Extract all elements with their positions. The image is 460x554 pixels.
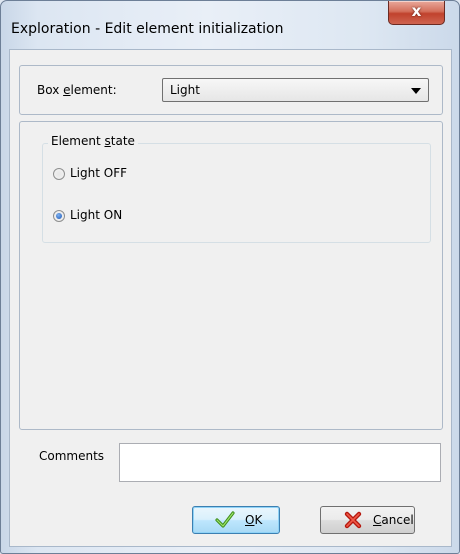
cancel-button[interactable]: Cancel	[320, 506, 415, 534]
light-off-label[interactable]: Light OFF	[70, 166, 127, 180]
close-button[interactable]: x	[388, 1, 445, 25]
checkmark-icon	[215, 511, 235, 528]
element-state-legend: Element state	[48, 134, 138, 148]
chevron-down-icon[interactable]	[411, 88, 421, 94]
close-icon: x	[411, 2, 422, 20]
light-on-radio[interactable]	[53, 210, 65, 222]
title-bar[interactable]: Exploration - Edit element initializatio…	[1, 1, 459, 49]
ok-button-label: OK	[245, 513, 263, 527]
cancel-button-label: Cancel	[373, 513, 414, 527]
dialog-window: Exploration - Edit element initializatio…	[0, 0, 460, 554]
box-element-label: Box element:	[37, 83, 117, 97]
ok-button[interactable]: OK	[192, 506, 280, 534]
box-element-value: Light	[170, 83, 200, 97]
box-element-select[interactable]: Light	[162, 78, 429, 102]
x-icon	[344, 511, 362, 529]
light-off-radio[interactable]	[53, 168, 65, 180]
window-title: Exploration - Edit element initializatio…	[11, 21, 284, 37]
comments-input[interactable]	[119, 443, 441, 482]
light-on-label[interactable]: Light ON	[70, 208, 122, 222]
element-state-group	[42, 143, 431, 243]
dialog-body: Box element: Light Element state Light O…	[9, 49, 452, 547]
comments-label: Comments	[39, 449, 105, 463]
